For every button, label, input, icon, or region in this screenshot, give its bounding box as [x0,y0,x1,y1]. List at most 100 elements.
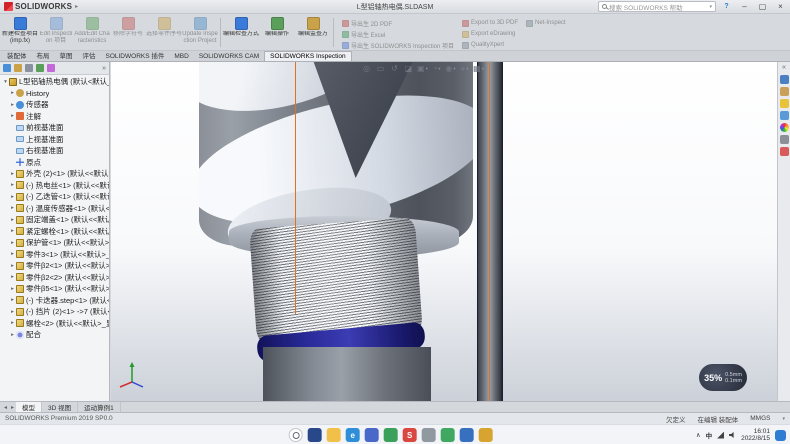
temporary-axis-main[interactable] [295,62,296,314]
appearances-icon[interactable] [780,123,789,132]
tree-item[interactable]: 原点 [0,157,109,169]
configurationmanager-tab-icon[interactable] [25,64,33,72]
expand-arrow-icon[interactable]: ▸ [9,217,16,223]
task-view-button[interactable] [308,428,322,442]
menu-expand-arrow-icon[interactable]: ▸ [75,3,78,10]
expand-arrow-icon[interactable]: ▸ [9,320,16,326]
tree-item[interactable]: 上视基准面 [0,134,109,146]
ribbon-export-button[interactable]: 导出生 SOLIDWORKS Inspection 项目 [342,40,454,50]
status-item[interactable]: 欠定义 [666,414,686,424]
ribbon-button[interactable]: 新建检查项目 (imp.fx) [2,15,38,50]
tray-expand-icon[interactable]: ∧ [696,431,701,439]
tree-item[interactable]: ▸零件β2<2> (默认<<默认>_显示状 [0,272,109,284]
tree-item[interactable]: ▾L型铝轴热电偶 (默认<默认_显示状态-1> [0,76,109,88]
expand-arrow-icon[interactable]: ▸ [9,274,16,280]
ribbon-export-button[interactable]: Export eDrawing [462,29,518,39]
display-style-icon[interactable]: ◔▾ [431,63,442,74]
tree-item[interactable]: ▸紧定螺栓<1> (默认<<默认>_显示状 [0,226,109,238]
expand-arrow-icon[interactable]: ▸ [9,286,16,292]
ribbon-export-button[interactable]: QualityXpert [462,40,518,50]
dropdown-arrow-icon[interactable]: ▾ [426,66,428,72]
dropdown-arrow-icon[interactable]: ▾ [482,66,484,72]
app-icon-gray[interactable] [422,428,436,442]
help-button[interactable]: ? [719,1,734,13]
view-palette-icon[interactable] [780,111,789,120]
tree-item[interactable]: ▸(-) 挡片 (2)<1> ->7 (默认<<默认>_显 [0,306,109,318]
network-icon[interactable] [717,432,724,439]
ribbon-export-button[interactable]: Net-Inspect [526,18,566,28]
tree-item[interactable]: ▸零件β5<1> (默认<<默认>_显示状 [0,283,109,295]
hide-show-items-icon[interactable]: ◉▾ [445,63,456,74]
ribbon-button[interactable]: Update Inspection Project [182,15,218,50]
ribbon-button[interactable]: 编辑监查方 [295,15,331,50]
tree-item[interactable]: ▸外壳 (2)<1> (默认<<默认>_显示状态- [0,168,109,180]
tree-item[interactable]: 右视基准面 [0,145,109,157]
status-item[interactable]: MMGS [750,415,770,422]
ribbon-tab[interactable]: SOLIDWORKS Inspection [264,51,352,61]
model-lower-cylinder[interactable] [263,347,431,401]
start-button[interactable] [271,429,284,442]
tree-item[interactable]: ▸配合 [0,329,109,341]
help-search-input[interactable]: 搜索 SOLIDWORKS 帮助 ▾ [598,1,716,12]
ime-indicator[interactable]: 中 [706,430,713,440]
ribbon-tab[interactable]: 布局 [32,49,55,61]
ribbon-tab[interactable]: MBD [169,52,193,61]
expand-arrow-icon[interactable]: ▸ [9,297,16,303]
dropdown-arrow-icon[interactable]: ▾ [438,66,440,72]
document-tab[interactable]: 3D 视图 [42,402,78,412]
expand-arrow-icon[interactable]: ▸ [9,171,16,177]
expand-arrow-icon[interactable]: ▸ [9,113,16,119]
expand-arrow-icon[interactable]: ▸ [9,263,16,269]
dropdown-arrow-icon[interactable]: ▾ [453,66,455,72]
tree-item[interactable]: ▸(-) 乙迭管<1> (默认<<默认>_显示状 [0,191,109,203]
zoom-area-icon[interactable]: ▭ [375,63,386,74]
ribbon-tab[interactable]: SOLIDWORKS CAM [194,52,264,61]
edit-appearance-icon[interactable]: ●▾ [459,63,470,74]
document-tab[interactable]: 运动算例1 [78,402,121,412]
tree-item[interactable]: ▸(-) 温度传感器<1> (默认<<默认>_显 [0,203,109,215]
ribbon-tab[interactable]: 装配体 [2,49,32,61]
ribbon-button[interactable]: 编辑操作 [259,15,295,50]
custom-properties-icon[interactable] [780,135,789,144]
dimxpertmanager-tab-icon[interactable] [36,64,44,72]
ribbon-button[interactable]: 编辑检查方式 [223,15,259,50]
design-library-icon[interactable] [780,87,789,96]
zoom-fit-icon[interactable]: ◎ [361,63,372,74]
model-side-rod[interactable] [477,62,503,401]
ribbon-button[interactable]: 选择零件序号 [146,15,182,50]
expand-arrow-icon[interactable]: ▾ [2,79,9,85]
expand-arrow-icon[interactable]: ▸ [9,240,16,246]
status-item[interactable]: 在编辑 装配体 [697,414,738,424]
edge-button[interactable]: e [346,428,360,442]
ribbon-tab[interactable]: SOLIDWORKS 插件 [101,49,170,61]
tree-item[interactable]: ▸零件3<1> (默认<<默认>_显示状态- [0,249,109,261]
previous-view-icon[interactable]: ↺ [389,63,400,74]
tree-item[interactable]: ▸传感器 [0,99,109,111]
section-view-icon[interactable]: ◪ [403,63,414,74]
document-tab[interactable]: 模型 [16,402,42,412]
tree-item[interactable]: 前视基准面 [0,122,109,134]
displaymanager-tab-icon[interactable] [47,64,55,72]
maximize-button[interactable]: ▢ [755,1,770,13]
tree-item[interactable]: ▸固定端盖<1> (默认<<默认>_显示状 [0,214,109,226]
expand-arrow-icon[interactable]: ▸ [9,90,16,96]
view-orientation-icon[interactable]: ▣▾ [417,63,428,74]
close-button[interactable]: × [773,1,788,13]
ribbon-export-button[interactable]: 导出生 Excel [342,29,454,39]
expand-arrow-icon[interactable]: ▸ [9,182,16,188]
tree-item[interactable]: ▸(-) 热电丝<1> (默认<<默认>_显示状 [0,180,109,192]
propertymanager-tab-icon[interactable] [14,64,22,72]
tree-item[interactable]: ▸零件β2<1> (默认<<默认>_显示状 [0,260,109,272]
tree-item[interactable]: ▸注解 [0,111,109,123]
featuremanager-tab-icon[interactable] [3,64,11,72]
tree-item[interactable]: ▸(-) 卡迭器.step<1> (默认<<默认>_显 [0,295,109,307]
tree-item[interactable]: ▸螺栓<2> (默认<<默认>_显示状态- [0,318,109,330]
tab-scroll-left-icon[interactable]: ◂ [2,404,9,411]
ribbon-export-button[interactable]: Export to 3D PDF [462,18,518,28]
tree-item[interactable]: ▸History [0,88,109,100]
dropdown-arrow-icon[interactable]: ▾ [466,66,468,72]
expand-arrow-icon[interactable]: ▸ [9,194,16,200]
solidworks-app-button[interactable]: S [403,428,417,442]
temporary-axis-rod[interactable] [489,62,490,401]
expand-arrow-icon[interactable]: ▸ [9,309,16,315]
